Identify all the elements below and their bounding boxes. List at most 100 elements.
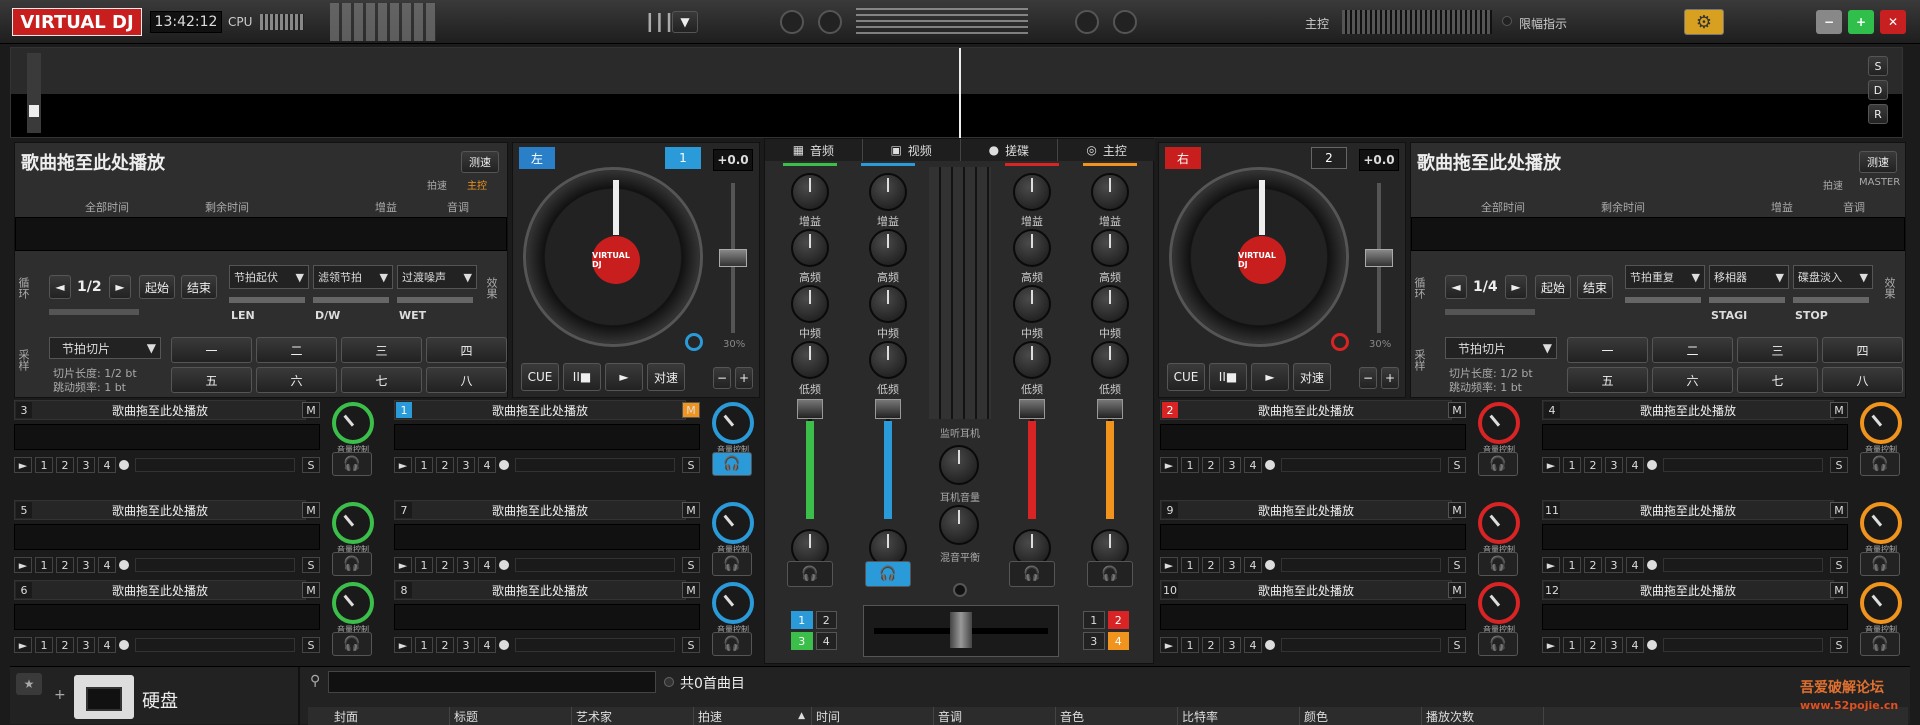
jog-wheel-right[interactable]: VIRTUAL DJ xyxy=(1169,167,1349,347)
slot-7-headphone[interactable]: 🎧 xyxy=(712,552,752,576)
slot-5-m-button[interactable]: M xyxy=(302,502,320,518)
slot-4-n1[interactable]: 1 xyxy=(1563,457,1581,473)
cue-right-button[interactable]: CUE xyxy=(1167,363,1205,391)
slot-12-headphone[interactable]: 🎧 xyxy=(1860,632,1900,656)
sampler-slot-10[interactable]: 10 歌曲拖至此处播放 M ► 1 2 3 4 S 音量控制 🎧 xyxy=(1160,580,1524,658)
pad-left-4[interactable]: 四 xyxy=(426,337,507,363)
ch1-knob-0[interactable] xyxy=(791,173,829,211)
pitch-right-minus[interactable]: − xyxy=(1359,367,1377,389)
slot-7-s-button[interactable]: S xyxy=(682,557,700,573)
ch4-knob-1[interactable] xyxy=(1091,229,1129,267)
slice-left-select[interactable]: 节拍切片 ▼ xyxy=(49,337,161,359)
slot-8-m-button[interactable]: M xyxy=(682,582,700,598)
col-bitrate[interactable]: 比特率 xyxy=(1178,707,1300,725)
slot-10-n3[interactable]: 3 xyxy=(1223,637,1241,653)
ch2-knob-3[interactable] xyxy=(869,341,907,379)
slot-1-n4[interactable]: 4 xyxy=(478,457,496,473)
slot-2-n3[interactable]: 3 xyxy=(1223,457,1241,473)
pad-right-5[interactable]: 五 xyxy=(1567,367,1648,393)
zoom-slider[interactable] xyxy=(27,53,41,133)
sampler-slot-8[interactable]: 8 歌曲拖至此处播放 M ► 1 2 3 4 S 音量控制 🎧 xyxy=(394,580,758,658)
loop-right-in[interactable]: 起始 xyxy=(1535,275,1571,299)
slot-9-volume-knob[interactable] xyxy=(1478,502,1520,544)
minimize-button[interactable]: − xyxy=(1816,10,1842,34)
slot-4-n2[interactable]: 2 xyxy=(1584,457,1602,473)
slot-12-play[interactable]: ► xyxy=(1542,637,1560,653)
deck-circle-3[interactable] xyxy=(1075,10,1099,34)
slot-3-n2[interactable]: 2 xyxy=(56,457,74,473)
slot-3-volume-knob[interactable] xyxy=(332,402,374,444)
slot-2-m-button[interactable]: M xyxy=(1448,402,1466,418)
slot-6-n1[interactable]: 1 xyxy=(35,637,53,653)
fx-left-1[interactable]: 节拍起伏 ▼ xyxy=(229,265,309,289)
slot-4-headphone[interactable]: 🎧 xyxy=(1860,452,1900,476)
slot-3-headphone[interactable]: 🎧 xyxy=(332,452,372,476)
maximize-button[interactable]: + xyxy=(1848,10,1874,34)
slot-3-n3[interactable]: 3 xyxy=(77,457,95,473)
col-bpm[interactable]: 拍速 ▲ xyxy=(694,707,812,725)
sampler-slot-9[interactable]: 9 歌曲拖至此处播放 M ► 1 2 3 4 S 音量控制 🎧 xyxy=(1160,500,1524,578)
ch3-knob-2[interactable] xyxy=(1013,285,1051,323)
slot-11-n3[interactable]: 3 xyxy=(1605,557,1623,573)
loop-left-prev[interactable]: ◄ xyxy=(49,275,71,299)
slot-2-n2[interactable]: 2 xyxy=(1202,457,1220,473)
deck-left-speed-button[interactable]: 测速 xyxy=(461,151,499,173)
pitch-right-handle[interactable] xyxy=(1365,249,1393,267)
slot-2-headphone[interactable]: 🎧 xyxy=(1478,452,1518,476)
layout-grid-icon[interactable] xyxy=(330,3,436,41)
slot-6-headphone[interactable]: 🎧 xyxy=(332,632,372,656)
slot-3-n1[interactable]: 1 xyxy=(35,457,53,473)
slot-2-dot[interactable] xyxy=(1265,460,1275,470)
slot-11-n1[interactable]: 1 xyxy=(1563,557,1581,573)
sampler-slot-4[interactable]: 4 歌曲拖至此处播放 M ► 1 2 3 4 S 音量控制 🎧 xyxy=(1542,400,1906,478)
slot-9-s-button[interactable]: S xyxy=(1448,557,1466,573)
slot-12-n3[interactable]: 3 xyxy=(1605,637,1623,653)
slot-12-m-button[interactable]: M xyxy=(1830,582,1848,598)
cue-left-button[interactable]: CUE xyxy=(521,363,559,391)
ch4-fader[interactable] xyxy=(1097,399,1123,419)
slot-11-n2[interactable]: 2 xyxy=(1584,557,1602,573)
slot-3-play[interactable]: ► xyxy=(14,457,32,473)
slot-11-s-button[interactable]: S xyxy=(1830,557,1848,573)
slot-12-s-button[interactable]: S xyxy=(1830,637,1848,653)
slot-10-m-button[interactable]: M xyxy=(1448,582,1466,598)
slot-7-volume-knob[interactable] xyxy=(712,502,754,544)
slot-10-s-button[interactable]: S xyxy=(1448,637,1466,653)
slot-7-n2[interactable]: 2 xyxy=(436,557,454,573)
slot-10-n2[interactable]: 2 xyxy=(1202,637,1220,653)
ch2-knob-1[interactable] xyxy=(869,229,907,267)
deck-circle-2[interactable] xyxy=(818,10,842,34)
tab-master[interactable]: ◎ 主控 xyxy=(1058,139,1155,161)
slot-3-s-button[interactable]: S xyxy=(302,457,320,473)
slice-right-select[interactable]: 节拍切片 ▼ xyxy=(1445,337,1557,359)
wave-s-button[interactable]: S xyxy=(1868,56,1888,76)
ch3-knob-1[interactable] xyxy=(1013,229,1051,267)
slot-7-n1[interactable]: 1 xyxy=(415,557,433,573)
mix-right-3[interactable]: 3 xyxy=(1083,632,1105,650)
slot-8-n4[interactable]: 4 xyxy=(478,637,496,653)
loop-right-out[interactable]: 结束 xyxy=(1577,275,1613,299)
ch2-knob-0[interactable] xyxy=(869,173,907,211)
fx-right-1[interactable]: 节拍重复 ▼ xyxy=(1625,265,1705,289)
slot-6-dot[interactable] xyxy=(119,640,129,650)
slot-11-headphone[interactable]: 🎧 xyxy=(1860,552,1900,576)
pad-right-2[interactable]: 二 xyxy=(1652,337,1733,363)
slot-5-n1[interactable]: 1 xyxy=(35,557,53,573)
slot-6-play[interactable]: ► xyxy=(14,637,32,653)
slot-8-headphone[interactable]: 🎧 xyxy=(712,632,752,656)
ch4-headphone-button[interactable]: 🎧 xyxy=(1087,561,1133,587)
mix-right-1[interactable]: 1 xyxy=(1083,611,1105,629)
slot-8-s-button[interactable]: S xyxy=(682,637,700,653)
slot-4-n4[interactable]: 4 xyxy=(1626,457,1644,473)
pitch-left-plus[interactable]: + xyxy=(735,367,753,389)
expand-icon[interactable]: + xyxy=(54,687,66,703)
sampler-slot-5[interactable]: 5 歌曲拖至此处播放 M ► 1 2 3 4 S 音量控制 🎧 xyxy=(14,500,378,578)
fx-right-3[interactable]: 碟盘淡入 ▼ xyxy=(1793,265,1873,289)
folder-label[interactable]: 硬盘 xyxy=(142,687,178,713)
ch4-knob-0[interactable] xyxy=(1091,173,1129,211)
slot-11-volume-knob[interactable] xyxy=(1860,502,1902,544)
fx-left-2[interactable]: 滤领节拍 ▼ xyxy=(313,265,393,289)
slot-5-n2[interactable]: 2 xyxy=(56,557,74,573)
slot-4-m-button[interactable]: M xyxy=(1830,402,1848,418)
slot-9-n2[interactable]: 2 xyxy=(1202,557,1220,573)
